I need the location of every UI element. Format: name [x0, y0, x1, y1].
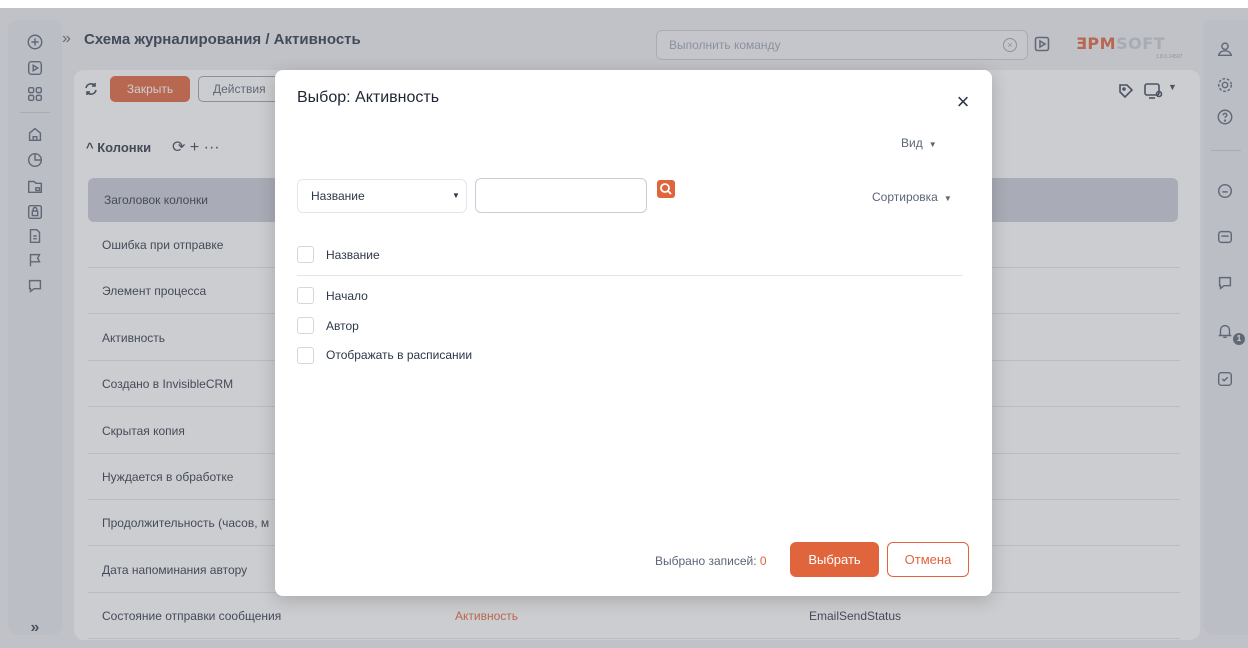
select-all-checkbox[interactable]: [297, 246, 314, 263]
list-item-label: Автор: [326, 319, 359, 333]
item-checkbox[interactable]: [297, 287, 314, 304]
filter-column-select[interactable]: Название ▼: [297, 179, 467, 213]
lookup-dialog: Выбор: Активность × Вид ▼ Название ▼ Сорт…: [275, 70, 992, 596]
chevron-down-icon: ▼: [943, 194, 952, 203]
close-icon[interactable]: ×: [953, 91, 973, 113]
list-header-label: Название: [326, 248, 380, 262]
search-button[interactable]: [657, 180, 675, 198]
chevron-down-icon: ▼: [928, 140, 937, 149]
view-dropdown[interactable]: Вид ▼: [901, 136, 937, 150]
chevron-down-icon: ▼: [452, 191, 460, 200]
item-checkbox[interactable]: [297, 317, 314, 334]
selected-count: Выбрано записей: 0: [655, 554, 767, 568]
list-item-label: Отображать в расписании: [326, 348, 473, 362]
list-divider: [297, 275, 963, 276]
list-item-label: Начало: [326, 289, 368, 303]
search-input[interactable]: [475, 178, 647, 213]
dialog-title: Выбор: Активность: [297, 89, 440, 106]
item-checkbox[interactable]: [297, 347, 314, 364]
select-button[interactable]: Выбрать: [790, 542, 879, 577]
search-icon: [660, 183, 672, 195]
sort-dropdown[interactable]: Сортировка ▼: [872, 190, 952, 204]
cancel-button[interactable]: Отмена: [887, 542, 969, 577]
